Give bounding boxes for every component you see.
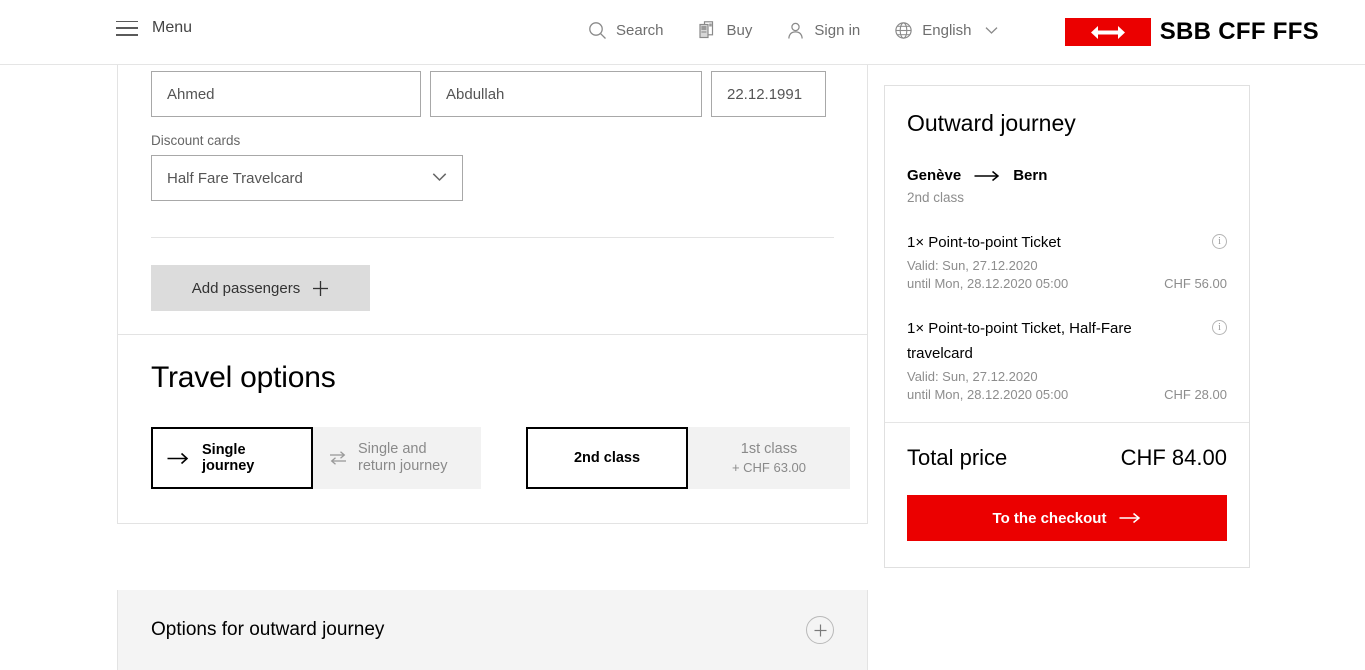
hamburger-icon: [116, 20, 138, 36]
ticket-name: 1× Point-to-point Ticket: [907, 234, 1061, 251]
summary-total-block: Total price CHF 84.00 To the checkout: [885, 423, 1249, 567]
discount-card-value: Half Fare Travelcard: [167, 169, 303, 187]
travel-class-first-label: 1st class: [740, 441, 798, 457]
travel-class-second-label: 2nd class: [573, 450, 641, 466]
summary-ticket-item: 1× Point-to-point Ticket i Valid: Sun, 2…: [907, 230, 1227, 291]
travel-options-title: Travel options: [151, 361, 336, 394]
plus-circle-icon[interactable]: [806, 616, 834, 644]
header-nav: Search Buy Sign in English: [588, 20, 1032, 40]
summary-travel-class: 2nd class: [907, 190, 965, 205]
nav-sign-in[interactable]: Sign in: [786, 21, 860, 40]
sbb-logo[interactable]: SBB CFF FFS: [1064, 18, 1319, 46]
summary-destination: Bern: [1013, 167, 1048, 184]
chevron-down-icon: [985, 26, 998, 35]
arrow-right-icon: [1119, 512, 1141, 524]
journey-type-single[interactable]: Single journey: [151, 427, 313, 489]
discount-card-select[interactable]: Half Fare Travelcard: [151, 155, 463, 201]
summary-route: Genève Bern: [907, 167, 1227, 184]
travel-class-segmented-control: 2nd class 1st class + CHF 63.00: [526, 427, 850, 489]
travel-options-block: Travel options Single journey Single and…: [118, 335, 867, 524]
arrow-right-icon: [167, 452, 189, 465]
ticket-valid-from: Valid: Sun, 27.12.2020: [907, 369, 1038, 384]
first-name-input[interactable]: [151, 71, 421, 117]
ticket-header-row: 1× Point-to-point Ticket, Half-Fare trav…: [907, 316, 1227, 366]
menu-label: Menu: [152, 19, 193, 36]
travel-class-second[interactable]: 2nd class: [526, 427, 688, 489]
ticket-name: 1× Point-to-point Ticket, Half-Fare trav…: [907, 320, 1132, 362]
globe-icon: [894, 21, 913, 40]
discount-card-select-wrap: Half Fare Travelcard: [151, 155, 463, 201]
journey-type-single-label: Single journey: [202, 442, 255, 474]
nav-search[interactable]: Search: [588, 21, 664, 40]
nav-language-label: English: [922, 21, 972, 39]
ticket-icon: [698, 20, 718, 40]
ticket-price: CHF 56.00: [1164, 276, 1227, 291]
arrows-exchange-icon: [329, 450, 347, 466]
journey-type-return-label: Single and return journey: [358, 441, 448, 474]
ticket-valid-until: until Mon, 28.12.2020 05:00: [907, 387, 1069, 402]
nav-sign-in-label: Sign in: [814, 21, 861, 39]
summary-origin: Genève: [907, 167, 962, 184]
passenger-details-block: Discount cards Half Fare Travelcard Add …: [118, 65, 867, 335]
last-name-input[interactable]: [430, 71, 702, 117]
info-icon[interactable]: i: [1212, 234, 1227, 249]
ticket-until-row: until Mon, 28.12.2020 05:00 CHF 56.00: [907, 276, 1227, 291]
ticket-valid-from: Valid: Sun, 27.12.2020: [907, 258, 1038, 273]
journey-type-segmented-control: Single journey Single and return journey: [151, 427, 481, 489]
nav-buy[interactable]: Buy: [698, 20, 753, 40]
menu-button[interactable]: Menu: [116, 19, 192, 37]
ticket-valid-until: until Mon, 28.12.2020 05:00: [907, 276, 1069, 291]
summary-details: Outward journey Genève Bern 2nd class 1×…: [885, 86, 1249, 423]
ticket-price: CHF 28.00: [1164, 387, 1227, 402]
to-the-checkout-button[interactable]: To the checkout: [907, 495, 1227, 541]
add-passengers-button[interactable]: Add passengers: [151, 265, 370, 311]
sbb-logo-mark-icon: [1064, 18, 1151, 46]
total-price-value: CHF 84.00: [1120, 445, 1227, 470]
search-icon: [588, 21, 607, 40]
sbb-logo-text: SBB CFF FFS: [1159, 18, 1319, 45]
add-passengers-label: Add passengers: [191, 279, 301, 297]
nav-search-label: Search: [616, 21, 664, 39]
plus-icon: [312, 280, 329, 297]
ticket-until-row: until Mon, 28.12.2020 05:00 CHF 28.00: [907, 387, 1227, 402]
discount-cards-label: Discount cards: [151, 133, 241, 148]
options-outward-journey-section[interactable]: Options for outward journey: [117, 590, 868, 670]
nav-language[interactable]: English: [894, 21, 998, 40]
info-icon[interactable]: i: [1212, 320, 1227, 335]
user-icon: [786, 21, 805, 40]
arrow-right-icon: [974, 170, 1000, 182]
options-outward-journey-label: Options for outward journey: [151, 619, 385, 640]
date-of-birth-input[interactable]: [711, 71, 826, 117]
travel-options-rows: Single journey Single and return journey: [151, 427, 850, 489]
total-price-row: Total price CHF 84.00: [907, 445, 1227, 471]
booking-main-panel: Discount cards Half Fare Travelcard Add …: [117, 65, 868, 524]
summary-ticket-item: 1× Point-to-point Ticket, Half-Fare trav…: [907, 316, 1227, 402]
passenger-name-row: [151, 65, 834, 117]
checkout-label: To the checkout: [992, 509, 1107, 527]
journey-type-return[interactable]: Single and return journey: [313, 427, 481, 489]
summary-title: Outward journey: [907, 110, 1076, 136]
total-price-label: Total price: [907, 445, 1008, 470]
nav-buy-label: Buy: [726, 21, 753, 39]
journey-summary-card: Outward journey Genève Bern 2nd class 1×…: [884, 85, 1250, 568]
section-divider: [151, 237, 834, 238]
travel-class-first-surcharge: + CHF 63.00: [731, 460, 807, 475]
travel-class-first[interactable]: 1st class + CHF 63.00: [688, 427, 850, 489]
ticket-header-row: 1× Point-to-point Ticket i: [907, 230, 1227, 255]
site-header: Menu Search Buy Sign in English SBB CFF …: [0, 0, 1365, 65]
